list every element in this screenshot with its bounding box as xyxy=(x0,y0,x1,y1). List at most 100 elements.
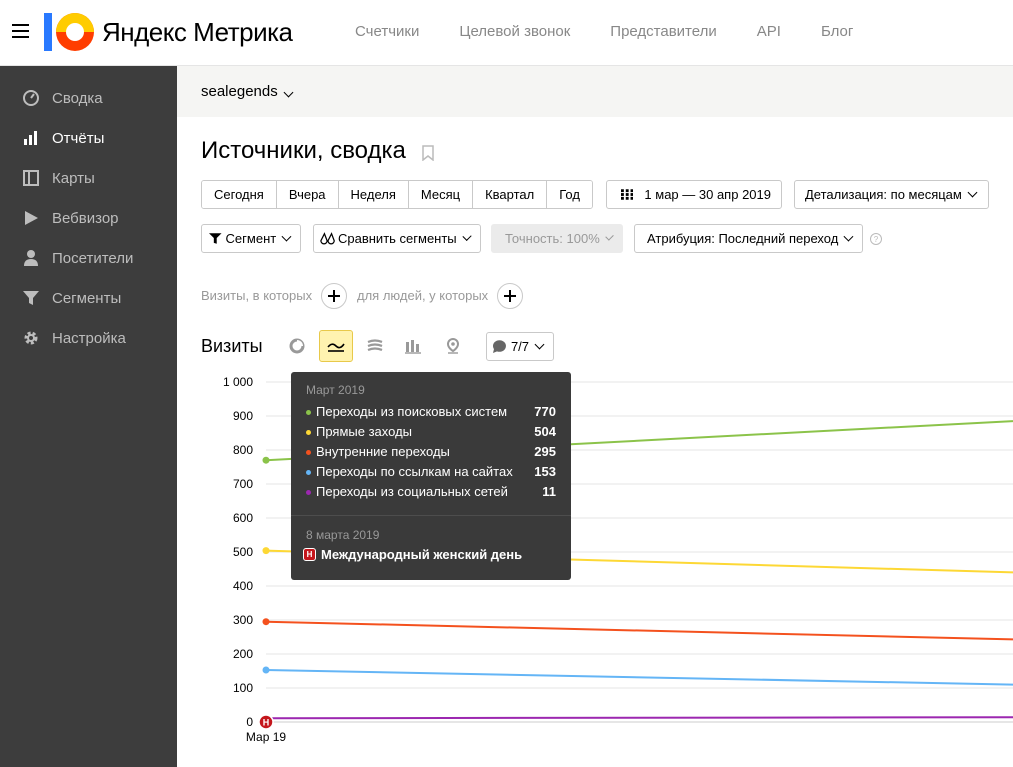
period-yesterday-button[interactable]: Вчера xyxy=(276,181,339,208)
y-tick-label: 600 xyxy=(233,511,253,525)
series-dot xyxy=(306,450,311,455)
counter-selector[interactable]: sealegends xyxy=(201,83,294,100)
detail-label: Детализация: по месяцам xyxy=(805,187,962,202)
pie-chart-icon xyxy=(289,338,305,354)
y-tick-label: 900 xyxy=(233,409,253,423)
compare-segments-dropdown[interactable]: Сравнить сегменты xyxy=(313,224,481,253)
sidebar-item-segments[interactable]: Сегменты xyxy=(0,278,177,318)
chart-tooltip: Март 2019 Переходы из поисковых систем 7… xyxy=(291,372,571,580)
tooltip-row: Переходы по ссылкам на сайтах 153 xyxy=(306,464,556,484)
help-icon[interactable]: ? xyxy=(870,233,882,245)
y-tick-label: 200 xyxy=(233,647,253,661)
tooltip-event-date: 8 марта 2019 xyxy=(306,528,380,542)
tooltip-row-value: 295 xyxy=(534,444,556,459)
y-tick-label: 0 xyxy=(246,715,253,729)
bookmark-icon[interactable] xyxy=(421,145,435,161)
nav-counters[interactable]: Счетчики xyxy=(355,23,419,40)
sidebar-item-label: Вебвизор xyxy=(52,209,119,227)
chevron-down-icon xyxy=(281,231,292,242)
y-tick-label: 500 xyxy=(233,545,253,559)
attribution-dropdown[interactable]: Атрибуция: Последний переход xyxy=(634,224,863,253)
date-range-button[interactable]: 1 мар — 30 апр 2019 xyxy=(606,180,782,209)
series-dot xyxy=(306,430,311,435)
tooltip-event: Н Международный женский день xyxy=(303,547,522,562)
y-tick-label: 1 000 xyxy=(223,375,253,389)
map-chart-button[interactable] xyxy=(437,331,469,361)
filter-icon xyxy=(22,289,40,307)
y-tick-label: 300 xyxy=(233,613,253,627)
holiday-badge-icon: Н xyxy=(303,548,316,561)
bar-chart-icon xyxy=(22,129,40,147)
top-nav: Счетчики Целевой звонок Представители AP… xyxy=(355,23,893,40)
sidebar-item-label: Сегменты xyxy=(52,289,122,307)
series-count: 7/7 xyxy=(510,339,530,354)
counter-bar: sealegends xyxy=(177,66,1013,117)
sidebar-item-webvisor[interactable]: Вебвизор xyxy=(0,198,177,238)
area-chart-icon xyxy=(367,339,383,352)
logo-icon[interactable] xyxy=(44,13,94,51)
series-selector-dropdown[interactable]: 7/7 xyxy=(486,332,554,361)
pie-chart-button[interactable] xyxy=(281,331,313,361)
sidebar-item-label: Посетители xyxy=(52,249,134,267)
compare-label: Сравнить сегменты xyxy=(338,231,457,246)
segment-label: Сегмент xyxy=(225,231,277,246)
period-month-button[interactable]: Месяц xyxy=(408,181,474,208)
series-point-1 xyxy=(262,547,270,555)
series-dot xyxy=(306,490,311,495)
chevron-down-icon xyxy=(843,231,854,242)
nav-representatives[interactable]: Представители xyxy=(610,23,716,40)
tooltip-row-name: Переходы из социальных сетей xyxy=(316,484,508,499)
tooltip-row-name: Прямые заходы xyxy=(316,424,413,439)
tooltip-row: Переходы из социальных сетей 11 xyxy=(306,484,556,504)
sidebar-item-label: Карты xyxy=(52,169,95,187)
y-tick-label: 700 xyxy=(233,477,253,491)
accuracy-dropdown[interactable]: Точность: 100% xyxy=(491,224,623,253)
sidebar-item-visitors[interactable]: Посетители xyxy=(0,238,177,278)
nav-api[interactable]: API xyxy=(757,23,781,40)
series-point-3 xyxy=(262,666,270,674)
logo-text[interactable]: Яндекс Метрика xyxy=(102,17,293,48)
series-point-0 xyxy=(262,456,270,464)
counter-name: sealegends xyxy=(201,83,278,100)
visits-filter-label: Визиты, в которых xyxy=(201,288,313,303)
add-people-condition-button[interactable] xyxy=(497,283,523,309)
add-visits-condition-button[interactable] xyxy=(321,283,347,309)
tooltip-event-name: Международный женский день xyxy=(321,547,523,562)
sidebar: Сводка Отчёты Карты Вебвизор Посетители … xyxy=(0,66,177,767)
tooltip-row-value: 11 xyxy=(542,484,556,499)
period-selector: Сегодня Вчера Неделя Месяц Квартал Год xyxy=(201,180,593,209)
segment-dropdown[interactable]: Сегмент xyxy=(201,224,301,253)
sidebar-item-label: Настройка xyxy=(52,329,126,347)
period-week-button[interactable]: Неделя xyxy=(338,181,409,208)
tooltip-header: Март 2019 xyxy=(306,383,365,397)
period-year-button[interactable]: Год xyxy=(547,181,592,208)
column-chart-button[interactable] xyxy=(397,331,429,361)
accuracy-label: Точность: 100% xyxy=(505,231,600,246)
nav-target-call[interactable]: Целевой звонок xyxy=(459,23,570,40)
tooltip-row-value: 770 xyxy=(534,404,556,419)
period-quarter-button[interactable]: Квартал xyxy=(473,181,548,208)
sidebar-item-summary[interactable]: Сводка xyxy=(0,78,177,118)
chevron-down-icon xyxy=(967,187,978,198)
sidebar-item-maps[interactable]: Карты xyxy=(0,158,177,198)
sidebar-item-reports[interactable]: Отчёты xyxy=(0,118,177,158)
tooltip-row-value: 153 xyxy=(534,464,556,479)
chevron-down-icon xyxy=(462,231,472,242)
menu-icon[interactable] xyxy=(12,24,29,38)
date-range-label: 1 мар — 30 апр 2019 xyxy=(644,187,771,202)
area-chart-button[interactable] xyxy=(359,331,391,361)
detail-dropdown[interactable]: Детализация: по месяцам xyxy=(794,180,989,209)
tooltip-row: Прямые заходы 504 xyxy=(306,424,556,444)
x-tick-label: Мар 19 xyxy=(246,730,286,744)
line-chart-button[interactable] xyxy=(319,330,353,362)
people-filter-label: для людей, у которых xyxy=(357,288,489,303)
comment-icon xyxy=(492,340,506,353)
tooltip-row-value: 504 xyxy=(534,424,556,439)
series-dot xyxy=(306,410,311,415)
attribution-label: Атрибуция: Последний переход xyxy=(647,231,839,246)
period-today-button[interactable]: Сегодня xyxy=(202,181,277,208)
map-icon xyxy=(22,169,40,187)
page-title: Источники, сводка xyxy=(201,137,406,164)
sidebar-item-settings[interactable]: Настройка xyxy=(0,318,177,358)
nav-blog[interactable]: Блог xyxy=(821,23,853,40)
